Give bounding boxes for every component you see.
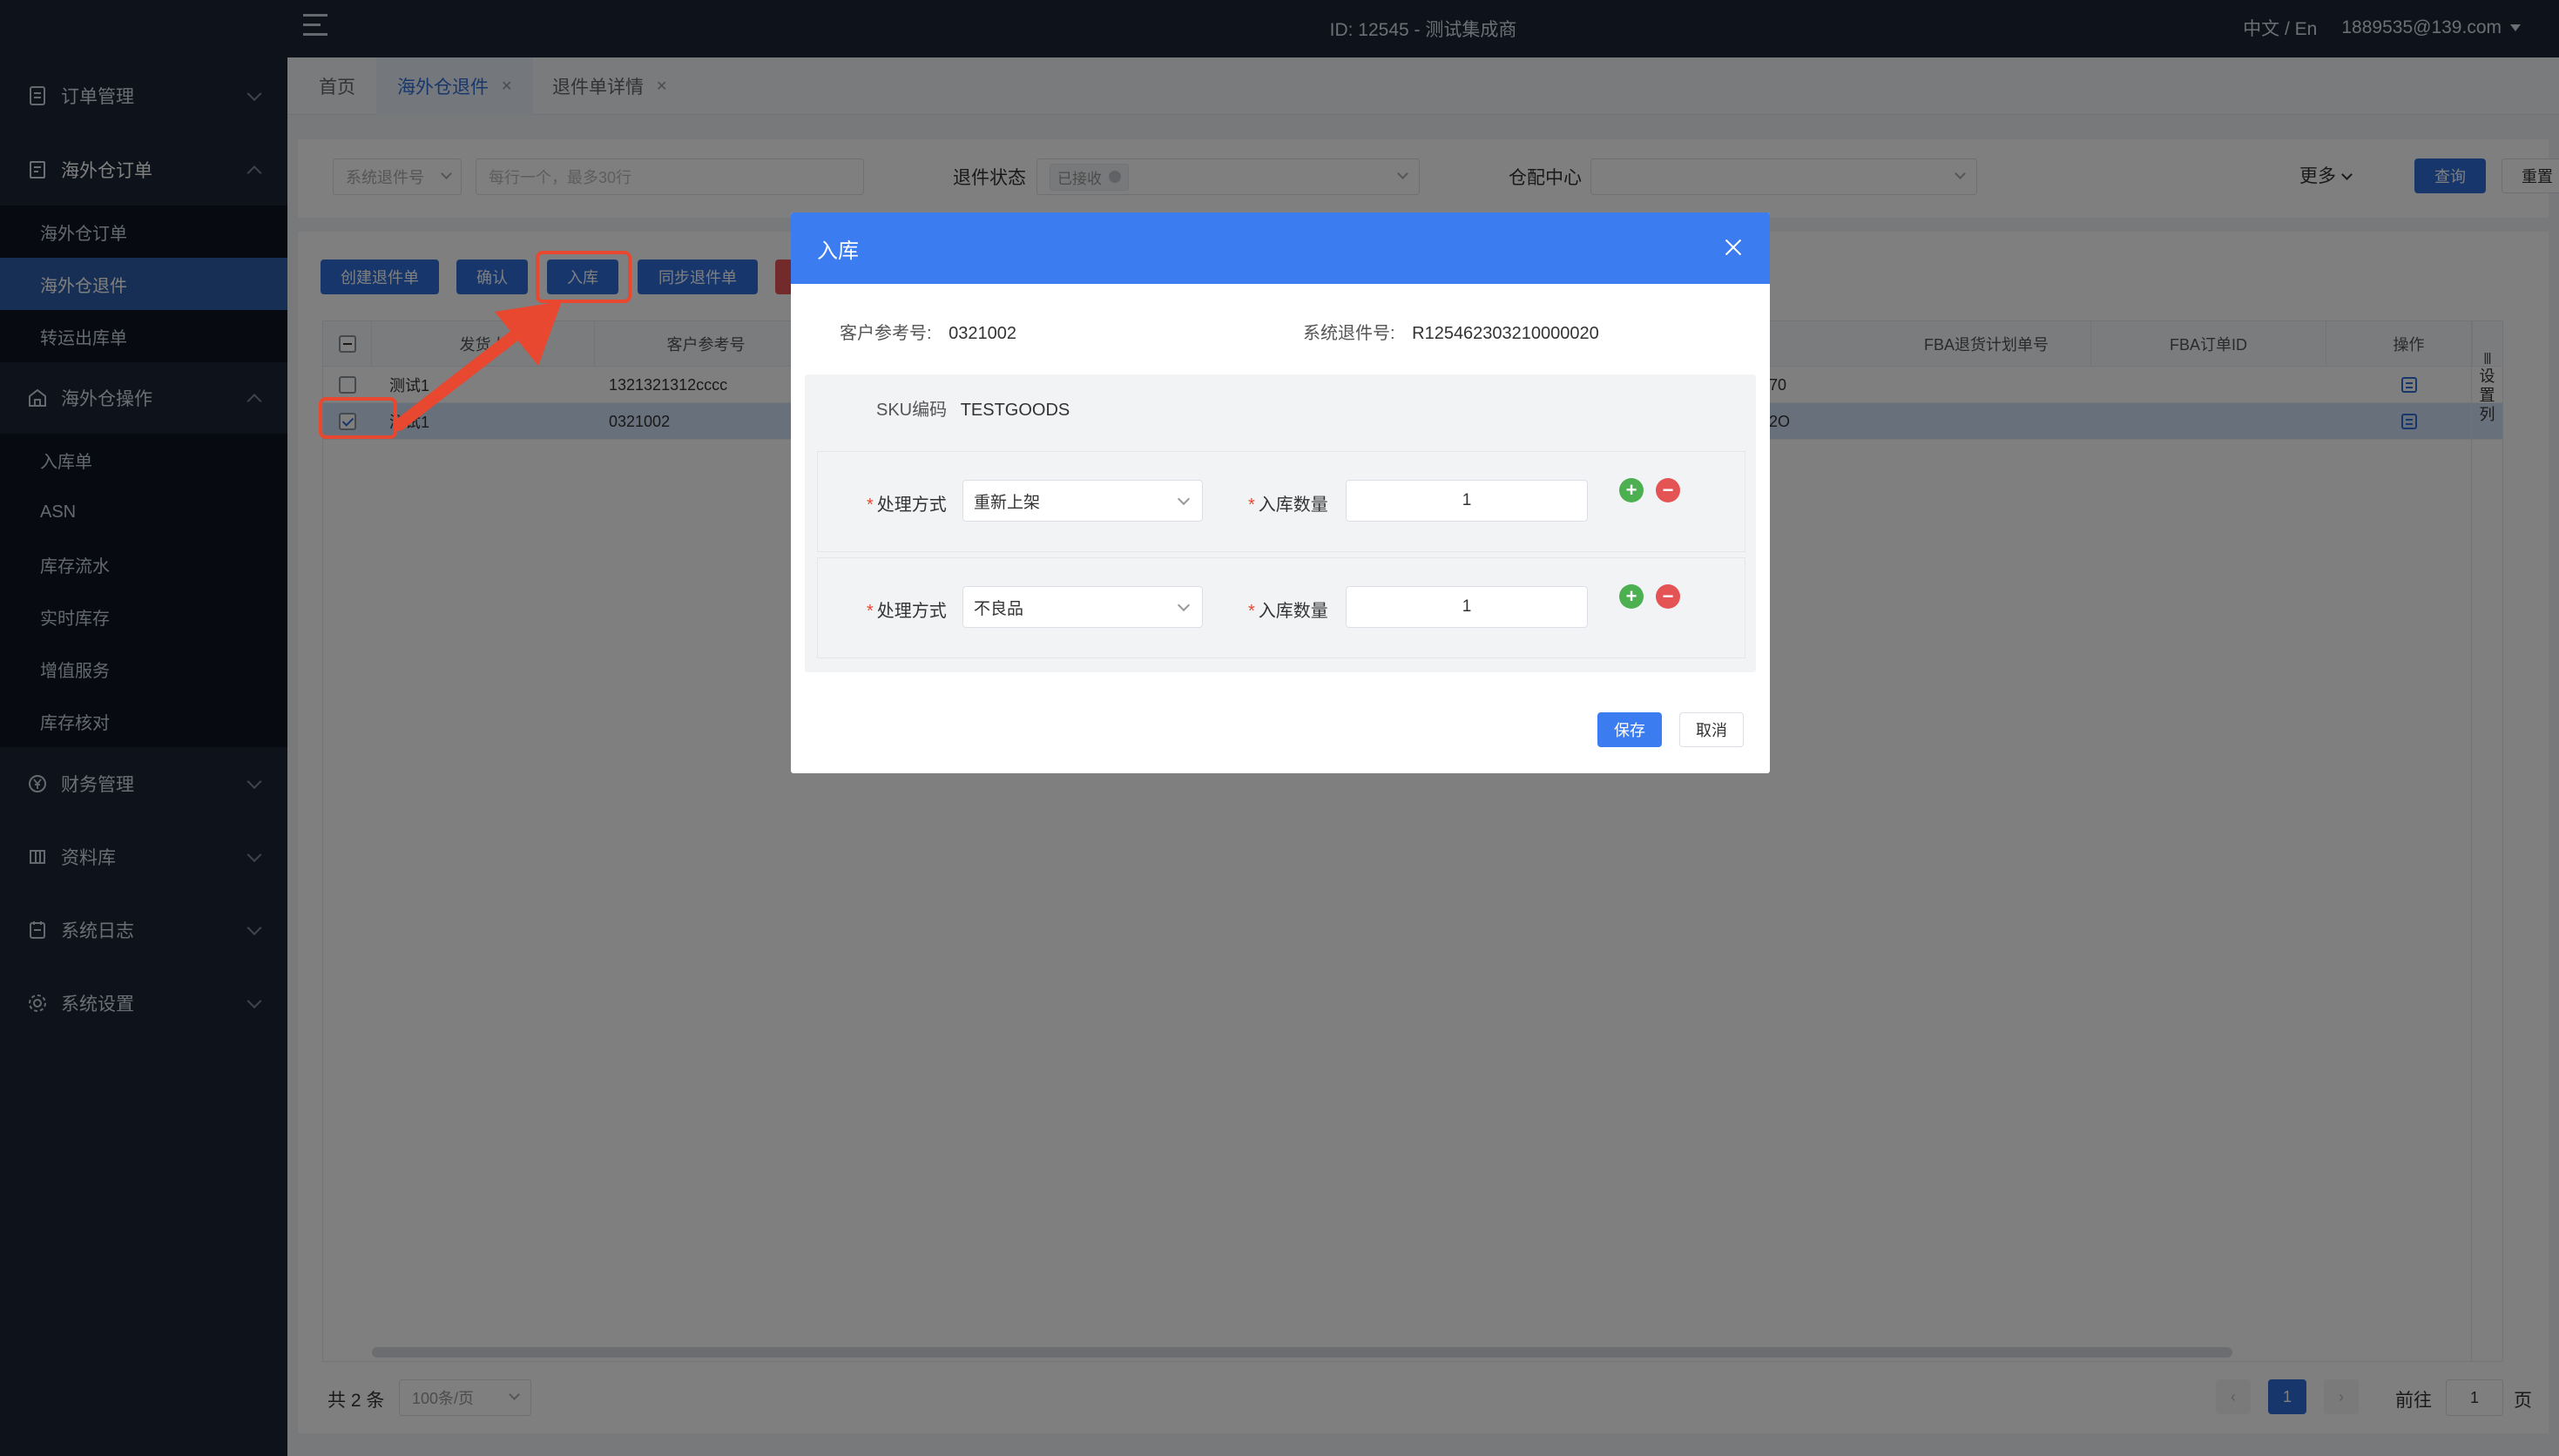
qty-label-text: 入库数量 xyxy=(1258,495,1328,515)
sku-value: TESTGOODS xyxy=(960,401,1070,420)
method-label: * 处理方式 xyxy=(867,602,947,621)
chevron-down-icon xyxy=(1177,492,1191,506)
qty-label: * 入库数量 xyxy=(1248,495,1328,515)
method-value: 重新上架 xyxy=(974,493,1041,512)
method-label: * 处理方式 xyxy=(867,495,947,515)
sku-section: SKU编码 TESTGOODS * 处理方式 重新上架 * 入库数量 1 + − *… xyxy=(805,374,1756,672)
arrow-annotation-icon xyxy=(393,301,562,431)
inbound-line: * 处理方式 不良品 * 入库数量 1 + − xyxy=(817,557,1745,658)
add-line-icon[interactable]: + xyxy=(1619,478,1644,502)
sku-label: SKU编码 xyxy=(876,401,948,420)
method-select[interactable]: 重新上架 xyxy=(962,480,1203,522)
remove-line-icon[interactable]: − xyxy=(1656,478,1680,502)
method-value: 不良品 xyxy=(974,599,1024,618)
save-button[interactable]: 保存 xyxy=(1597,712,1662,747)
inbound-dialog: 入库 客户参考号: 0321002 系统退件号: R12546230321000… xyxy=(791,212,1770,773)
close-icon[interactable] xyxy=(1723,237,1744,258)
qty-label: * 入库数量 xyxy=(1248,602,1328,621)
system-return-value: R125462303210000020 xyxy=(1412,324,1599,343)
system-return-row: 系统退件号: R125462303210000020 xyxy=(1303,319,1599,344)
inbound-line: * 处理方式 重新上架 * 入库数量 1 + − xyxy=(817,451,1745,552)
customer-ref-label: 客户参考号: xyxy=(840,324,932,343)
highlight-inbound-button xyxy=(536,251,631,303)
dialog-title: 入库 xyxy=(817,239,859,263)
sku-row: SKU编码 TESTGOODS xyxy=(876,395,1070,421)
method-label-text: 处理方式 xyxy=(876,602,947,621)
cancel-button[interactable]: 取消 xyxy=(1679,712,1744,747)
remove-line-icon[interactable]: − xyxy=(1656,584,1680,609)
chevron-down-icon xyxy=(1177,598,1191,612)
method-label-text: 处理方式 xyxy=(876,495,947,515)
dialog-header: 入库 xyxy=(791,212,1770,284)
customer-ref-value: 0321002 xyxy=(949,324,1016,343)
method-select[interactable]: 不良品 xyxy=(962,586,1203,628)
system-return-label: 系统退件号: xyxy=(1303,324,1395,343)
qty-input[interactable]: 1 xyxy=(1346,586,1588,628)
customer-ref-row: 客户参考号: 0321002 xyxy=(840,319,1016,344)
add-line-icon[interactable]: + xyxy=(1619,584,1644,609)
qty-label-text: 入库数量 xyxy=(1258,602,1328,621)
qty-input[interactable]: 1 xyxy=(1346,480,1588,522)
